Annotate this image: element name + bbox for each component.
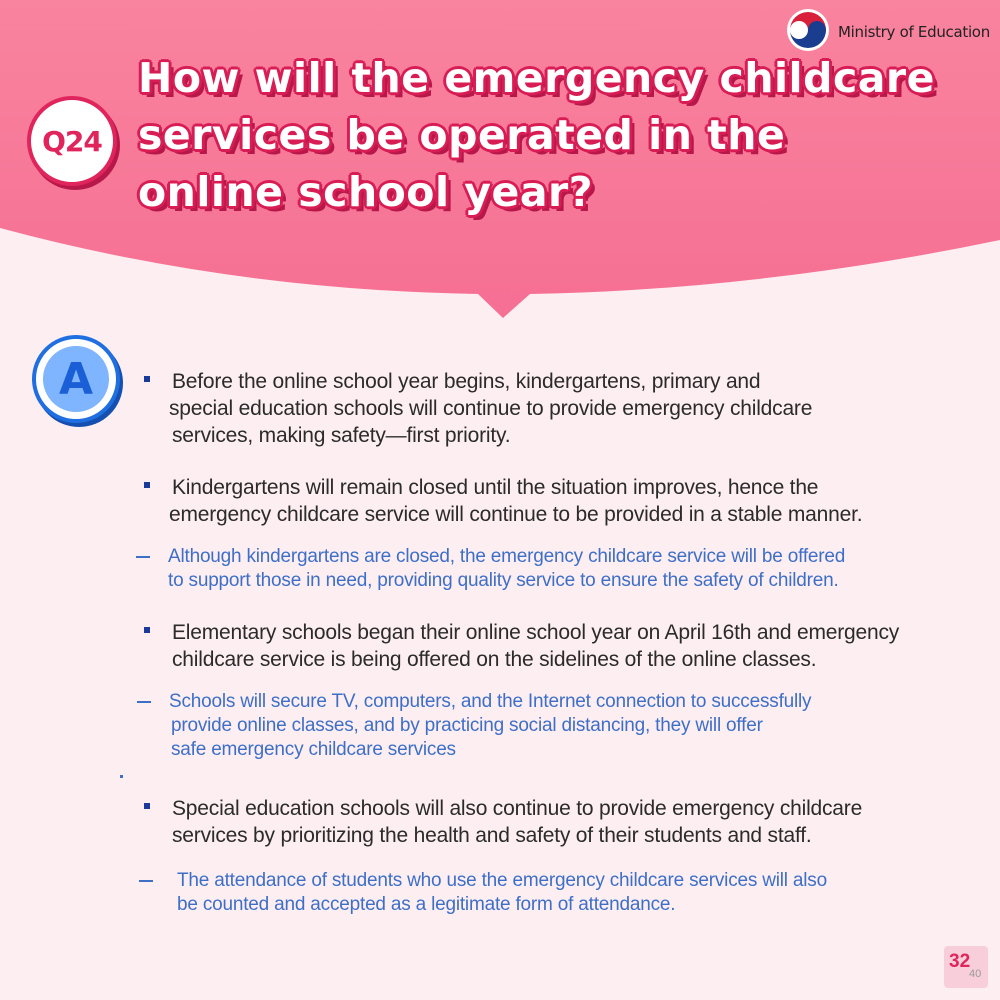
- page-indicator: 32 40: [944, 946, 988, 988]
- answer-letter: A: [43, 346, 109, 412]
- taegeuk-emblem-icon: [787, 9, 829, 51]
- bullet-line: services by prioritizing the health and …: [172, 824, 812, 847]
- dash-icon: [136, 556, 150, 558]
- answer-bullet: Elementary schools began their online sc…: [143, 619, 900, 673]
- sub-line: to support those in need, providing qual…: [168, 570, 839, 591]
- answer-sub-point: Although kindergartens are closed, the e…: [136, 545, 846, 593]
- dash-icon: [137, 701, 151, 703]
- bullet-line: Special education schools will also cont…: [172, 797, 863, 820]
- question-number-badge: Q24: [27, 96, 117, 186]
- sub-line: be counted and accepted as a legitimate …: [177, 894, 676, 915]
- sub-line: Schools will secure TV, computers, and t…: [169, 691, 812, 712]
- bullet-line: emergency childcare service will continu…: [169, 503, 863, 526]
- sub-line: The attendance of students who use the e…: [177, 870, 827, 891]
- stray-dot: [120, 775, 123, 778]
- current-page: 32: [949, 951, 971, 972]
- bullet-line: services, making safety—first priority.: [172, 424, 511, 447]
- title-line: services be operated in the: [138, 111, 786, 159]
- bullet-line: Elementary schools began their online sc…: [172, 621, 900, 644]
- answer-bullet: Before the online school year begins, ki…: [143, 368, 813, 449]
- bullet-line: Before the online school year begins, ki…: [172, 370, 761, 393]
- answer-bullet: Kindergartens will remain closed until t…: [143, 474, 863, 528]
- bullet-line: childcare service is being offered on th…: [172, 648, 817, 671]
- dash-icon: [139, 880, 153, 882]
- answer-badge: A: [32, 335, 120, 423]
- sub-line: Although kindergartens are closed, the e…: [168, 546, 846, 567]
- answer-sub-point: Schools will secure TV, computers, and t…: [137, 690, 812, 762]
- answer-bullet: Special education schools will also cont…: [143, 795, 863, 849]
- page-title: How will the emergency childcare service…: [138, 50, 988, 221]
- sub-line: provide online classes, and by practicin…: [171, 715, 763, 736]
- bullet-line: Kindergartens will remain closed until t…: [172, 476, 819, 499]
- sub-line: safe emergency childcare services: [171, 739, 456, 760]
- total-pages: 40: [969, 968, 982, 980]
- title-line: online school year?: [138, 168, 593, 216]
- answer-sub-point: The attendance of students who use the e…: [139, 869, 827, 917]
- bullet-line: special education schools will continue …: [169, 397, 813, 420]
- ministry-label: Ministry of Education: [838, 23, 990, 41]
- title-line: How will the emergency childcare: [138, 54, 935, 102]
